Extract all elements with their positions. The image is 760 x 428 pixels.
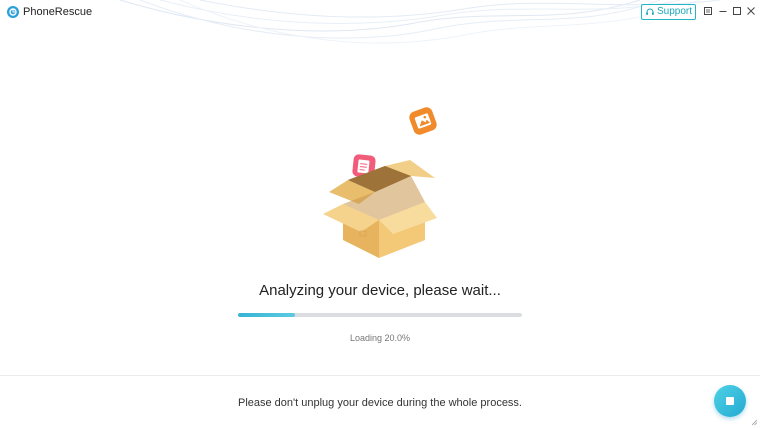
app-window: PhoneRescue Support Analyzing your devic… xyxy=(0,0,760,428)
minimize-icon xyxy=(719,11,727,12)
footer-notice: Please don't unplug your device during t… xyxy=(237,397,522,409)
photos-app-icon xyxy=(409,107,437,135)
support-label: Support xyxy=(656,6,693,17)
progress-bar xyxy=(238,313,522,317)
progress-fill xyxy=(238,313,295,317)
footer-divider xyxy=(0,375,760,376)
stop-icon xyxy=(726,397,734,405)
menu-button[interactable] xyxy=(702,5,714,17)
support-button[interactable]: Support xyxy=(641,4,696,20)
stop-button[interactable] xyxy=(714,385,746,417)
title-bar: PhoneRescue Support xyxy=(0,0,760,26)
phonerescue-logo-icon xyxy=(7,6,19,18)
resize-grip-icon[interactable] xyxy=(751,419,758,426)
maximize-button[interactable] xyxy=(731,5,743,17)
status-title: Analyzing your device, please wait... xyxy=(259,282,501,299)
menu-icon xyxy=(704,7,712,15)
minimize-button[interactable] xyxy=(717,5,729,17)
open-box-illustration xyxy=(323,107,437,258)
close-icon xyxy=(747,7,755,15)
maximize-icon xyxy=(733,7,741,15)
close-button[interactable] xyxy=(745,5,757,17)
headset-icon xyxy=(646,8,654,15)
progress-text: Loading 20.0% xyxy=(349,333,411,343)
app-title: PhoneRescue xyxy=(23,6,93,18)
